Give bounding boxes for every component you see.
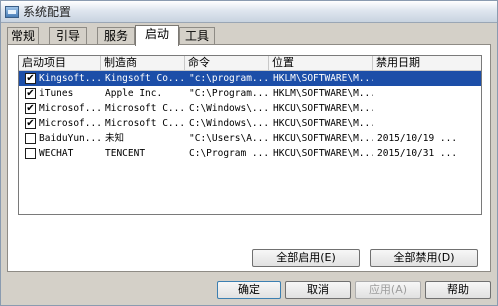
cell-command: C:\Windows\... xyxy=(189,103,269,114)
cell-location: HKCU\SOFTWARE\M... xyxy=(273,133,373,144)
cell-startup-item: Microsof... xyxy=(39,103,101,114)
tab-startup[interactable]: 启动 xyxy=(135,25,179,46)
cell-location: HKCU\SOFTWARE\M... xyxy=(273,148,373,159)
startup-list[interactable]: 启动项目 制造商 命令 位置 禁用日期 ✔ Kingsoft... Kingso… xyxy=(18,55,482,215)
cell-startup-item: Microsof... xyxy=(39,118,101,129)
cell-disable-date xyxy=(377,116,477,131)
cell-location: HKLM\SOFTWARE\M... xyxy=(273,88,373,99)
cell-manufacturer: Microsoft C... xyxy=(105,103,185,114)
column-header-command[interactable]: 命令 xyxy=(185,56,269,70)
startup-checkbox[interactable]: ✔ xyxy=(25,118,36,129)
list-row[interactable]: ✔ Microsof... Microsoft C... C:\Windows\… xyxy=(19,116,481,131)
cell-disable-date: 2015/10/19 ... xyxy=(377,133,458,144)
cell-startup-item: BaiduYun... xyxy=(39,133,101,144)
tab-general[interactable]: 常规 xyxy=(7,27,39,44)
help-button[interactable]: 帮助 xyxy=(425,281,491,299)
cell-disable-date xyxy=(377,71,477,86)
cell-manufacturer: Microsoft C... xyxy=(105,118,185,129)
startup-panel: 启动项目 制造商 命令 位置 禁用日期 ✔ Kingsoft... Kingso… xyxy=(7,44,491,272)
cell-location: HKCU\SOFTWARE\M... xyxy=(273,118,373,129)
cell-manufacturer: Kingsoft Co... xyxy=(105,73,185,84)
column-header-startup-item[interactable]: 启动项目 xyxy=(19,56,101,70)
tab-strip: 常规 引导 服务 启动 工具 xyxy=(7,25,491,46)
cell-manufacturer: TENCENT xyxy=(105,148,146,159)
cell-command: "C:\Users\A... xyxy=(189,133,269,144)
column-header-location[interactable]: 位置 xyxy=(269,56,373,70)
enable-all-button[interactable]: 全部启用(E) xyxy=(252,249,360,267)
cell-command: "c:\program... xyxy=(189,73,269,84)
system-config-window: 系统配置 常规 引导 服务 启动 工具 启动项目 制造商 命令 位置 禁用日期 … xyxy=(0,0,498,306)
cell-command: C:\Windows\... xyxy=(189,118,269,129)
cell-startup-item: WECHAT xyxy=(39,148,74,159)
cell-startup-item: iTunes xyxy=(39,88,74,99)
msconfig-app-icon xyxy=(5,5,19,18)
startup-checkbox[interactable] xyxy=(25,148,36,159)
column-header-disable-date[interactable]: 禁用日期 xyxy=(373,56,481,70)
column-header-manufacturer[interactable]: 制造商 xyxy=(101,56,185,70)
list-row[interactable]: ✔ Microsof... Microsoft C... C:\Windows\… xyxy=(19,101,481,116)
cell-location: HKLM\SOFTWARE\M... xyxy=(273,73,373,84)
cell-disable-date xyxy=(377,101,477,116)
cell-manufacturer: 未知 xyxy=(105,133,125,144)
window-title: 系统配置 xyxy=(23,5,72,19)
list-row[interactable]: ✔ iTunes Apple Inc. "C:\Program... HKLM\… xyxy=(19,86,481,101)
apply-button[interactable]: 应用(A) xyxy=(355,281,421,299)
list-row[interactable]: BaiduYun... 未知 "C:\Users\A... HKCU\SOFTW… xyxy=(19,131,481,146)
cell-disable-date: 2015/10/31 ... xyxy=(377,148,458,159)
ok-button[interactable]: 确定 xyxy=(217,281,281,299)
startup-checkbox[interactable]: ✔ xyxy=(25,88,36,99)
list-row[interactable]: ✔ Kingsoft... Kingsoft Co... "c:\program… xyxy=(19,71,481,86)
list-header: 启动项目 制造商 命令 位置 禁用日期 xyxy=(19,56,481,71)
disable-all-button[interactable]: 全部禁用(D) xyxy=(370,249,478,267)
tab-services[interactable]: 服务 xyxy=(97,27,135,44)
list-row[interactable]: WECHAT TENCENT C:\Program ... HKCU\SOFTW… xyxy=(19,146,481,161)
title-bar[interactable]: 系统配置 xyxy=(1,1,497,23)
tab-tools[interactable]: 工具 xyxy=(179,27,215,44)
cell-disable-date xyxy=(377,86,477,101)
cell-manufacturer: Apple Inc. xyxy=(105,88,163,99)
cell-command: "C:\Program... xyxy=(189,88,269,99)
startup-checkbox[interactable] xyxy=(25,133,36,144)
cell-command: C:\Program ... xyxy=(189,148,269,159)
cancel-button[interactable]: 取消 xyxy=(285,281,351,299)
tab-boot[interactable]: 引导 xyxy=(49,27,87,44)
cell-location: HKCU\SOFTWARE\M... xyxy=(273,103,373,114)
cell-startup-item: Kingsoft... xyxy=(39,73,101,84)
startup-checkbox[interactable]: ✔ xyxy=(25,73,36,84)
startup-checkbox[interactable]: ✔ xyxy=(25,103,36,114)
